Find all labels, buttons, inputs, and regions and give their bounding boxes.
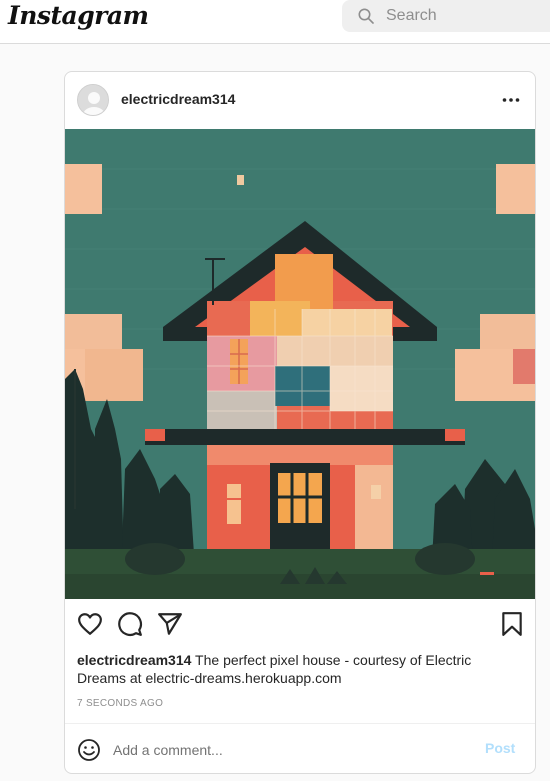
post-header: electricdream314 [65, 72, 535, 129]
comment-bubble-icon[interactable] [117, 611, 143, 637]
more-options-icon[interactable] [501, 90, 521, 110]
paper-plane-icon[interactable] [157, 611, 183, 637]
default-avatar-icon [78, 85, 108, 115]
search-icon [358, 8, 374, 24]
comment-bar: Post [65, 723, 535, 773]
post-username[interactable]: electricdream314 [121, 91, 235, 107]
post-comment-button[interactable]: Post [485, 740, 515, 756]
post-actions [65, 599, 535, 649]
heart-icon[interactable] [77, 611, 103, 637]
post-card: electricdream314 electricdream314 The pe… [64, 71, 536, 774]
caption-username[interactable]: electricdream314 [77, 652, 191, 668]
post-caption: electricdream314 The perfect pixel house… [77, 651, 517, 687]
avatar[interactable] [77, 84, 109, 116]
top-nav-bar: Instagram [0, 0, 550, 44]
comment-input[interactable] [113, 738, 473, 762]
search-input[interactable] [386, 4, 550, 28]
bookmark-icon[interactable] [499, 611, 525, 637]
post-image[interactable] [65, 129, 535, 599]
smiley-icon[interactable] [77, 738, 101, 762]
search-box[interactable] [342, 0, 550, 32]
instagram-logo[interactable]: Instagram [8, 1, 149, 30]
post-timestamp[interactable]: 7 SECONDS AGO [77, 698, 163, 709]
